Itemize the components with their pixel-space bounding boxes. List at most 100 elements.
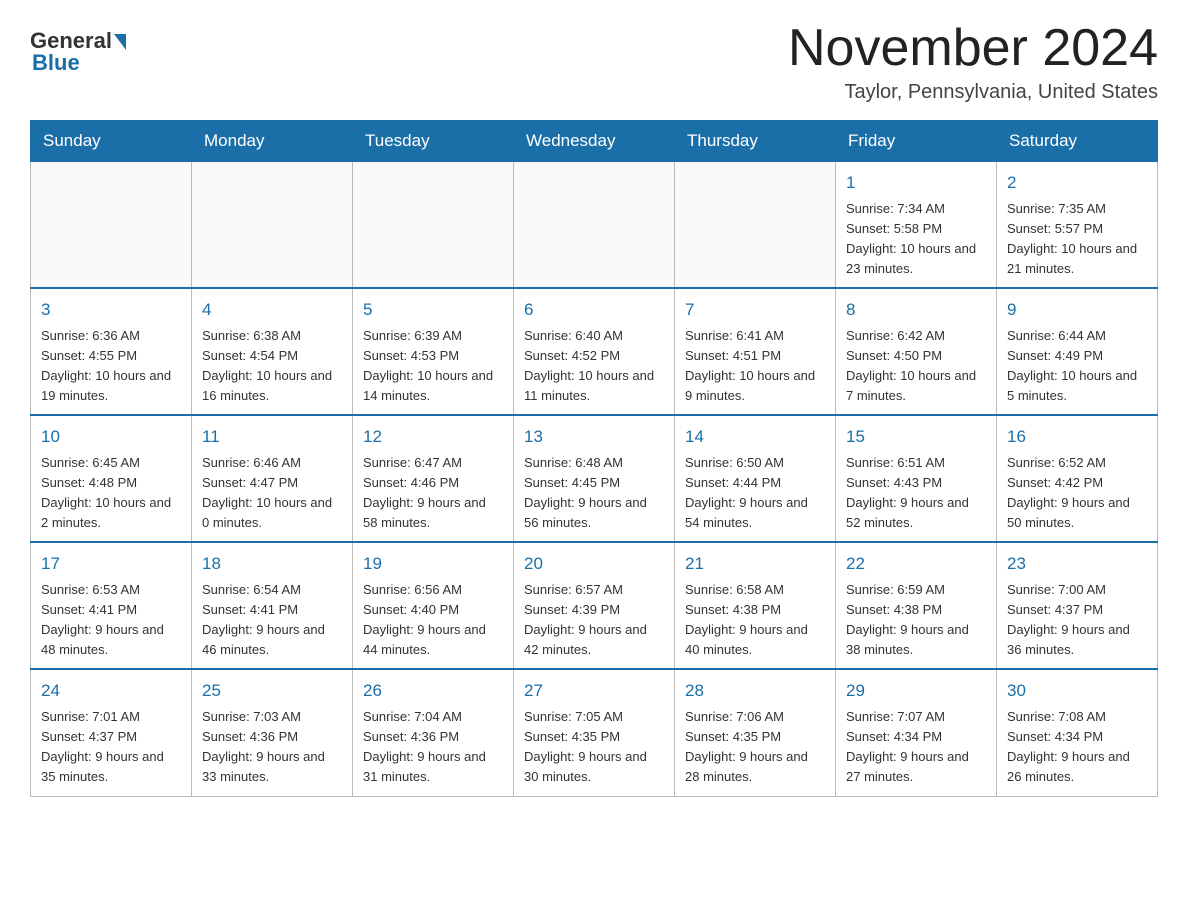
calendar-day-cell: 20 Sunrise: 6:57 AM Sunset: 4:39 PM Dayli…	[514, 542, 675, 669]
calendar-title: November 2024	[788, 20, 1158, 77]
calendar-table: SundayMondayTuesdayWednesdayThursdayFrid…	[30, 120, 1158, 796]
calendar-day-cell: 30 Sunrise: 7:08 AM Sunset: 4:34 PM Dayli…	[997, 669, 1158, 796]
day-info: Sunrise: 6:38 AM Sunset: 4:54 PM Dayligh…	[202, 328, 332, 403]
day-number: 24	[41, 678, 181, 704]
logo-arrow-icon	[114, 34, 126, 50]
day-number: 23	[1007, 551, 1147, 577]
calendar-day-cell	[514, 162, 675, 289]
calendar-day-cell: 26 Sunrise: 7:04 AM Sunset: 4:36 PM Dayli…	[353, 669, 514, 796]
day-number: 18	[202, 551, 342, 577]
calendar-day-cell: 15 Sunrise: 6:51 AM Sunset: 4:43 PM Dayli…	[836, 415, 997, 542]
day-info: Sunrise: 6:58 AM Sunset: 4:38 PM Dayligh…	[685, 582, 808, 657]
day-number: 16	[1007, 424, 1147, 450]
calendar-day-cell: 23 Sunrise: 7:00 AM Sunset: 4:37 PM Dayli…	[997, 542, 1158, 669]
day-info: Sunrise: 6:48 AM Sunset: 4:45 PM Dayligh…	[524, 455, 647, 530]
calendar-day-cell: 13Sunrise: 6:48 AM Sunset: 4:45 PM Dayli…	[514, 415, 675, 542]
calendar-day-header: Sunday	[31, 121, 192, 162]
day-info: Sunrise: 6:57 AM Sunset: 4:39 PM Dayligh…	[524, 582, 647, 657]
calendar-day-header: Tuesday	[353, 121, 514, 162]
day-info: Sunrise: 7:06 AM Sunset: 4:35 PM Dayligh…	[685, 709, 808, 784]
day-number: 10	[41, 424, 181, 450]
day-info: Sunrise: 6:51 AM Sunset: 4:43 PM Dayligh…	[846, 455, 969, 530]
calendar-day-header: Saturday	[997, 121, 1158, 162]
day-number: 29	[846, 678, 986, 704]
calendar-day-cell: 11 Sunrise: 6:46 AM Sunset: 4:47 PM Dayli…	[192, 415, 353, 542]
day-info: Sunrise: 6:41 AM Sunset: 4:51 PM Dayligh…	[685, 328, 815, 403]
calendar-day-cell: 18 Sunrise: 6:54 AM Sunset: 4:41 PM Dayli…	[192, 542, 353, 669]
day-info: Sunrise: 6:59 AM Sunset: 4:38 PM Dayligh…	[846, 582, 969, 657]
day-number: 19	[363, 551, 503, 577]
day-number: 2	[1007, 170, 1147, 196]
calendar-day-cell: 1Sunrise: 7:34 AM Sunset: 5:58 PM Daylig…	[836, 162, 997, 289]
day-number: 14	[685, 424, 825, 450]
calendar-day-cell: 10 Sunrise: 6:45 AM Sunset: 4:48 PM Dayli…	[31, 415, 192, 542]
calendar-day-cell	[192, 162, 353, 289]
day-info: Sunrise: 6:40 AM Sunset: 4:52 PM Dayligh…	[524, 328, 654, 403]
day-info: Sunrise: 6:45 AM Sunset: 4:48 PM Dayligh…	[41, 455, 171, 530]
day-number: 8	[846, 297, 986, 323]
day-info: Sunrise: 6:53 AM Sunset: 4:41 PM Dayligh…	[41, 582, 164, 657]
day-number: 4	[202, 297, 342, 323]
day-info: Sunrise: 6:47 AM Sunset: 4:46 PM Dayligh…	[363, 455, 486, 530]
calendar-day-cell: 25Sunrise: 7:03 AM Sunset: 4:36 PM Dayli…	[192, 669, 353, 796]
calendar-day-cell: 19 Sunrise: 6:56 AM Sunset: 4:40 PM Dayli…	[353, 542, 514, 669]
day-info: Sunrise: 7:00 AM Sunset: 4:37 PM Dayligh…	[1007, 582, 1130, 657]
calendar-day-cell	[353, 162, 514, 289]
logo: General Blue	[30, 28, 126, 76]
calendar-day-cell: 12 Sunrise: 6:47 AM Sunset: 4:46 PM Dayli…	[353, 415, 514, 542]
day-number: 11	[202, 424, 342, 450]
calendar-day-cell: 2 Sunrise: 7:35 AM Sunset: 5:57 PM Daylig…	[997, 162, 1158, 289]
calendar-day-cell: 27Sunrise: 7:05 AM Sunset: 4:35 PM Dayli…	[514, 669, 675, 796]
calendar-day-cell	[675, 162, 836, 289]
calendar-day-cell: 28 Sunrise: 7:06 AM Sunset: 4:35 PM Dayli…	[675, 669, 836, 796]
day-number: 28	[685, 678, 825, 704]
calendar-day-cell: 3Sunrise: 6:36 AM Sunset: 4:55 PM Daylig…	[31, 288, 192, 415]
day-info: Sunrise: 6:46 AM Sunset: 4:47 PM Dayligh…	[202, 455, 332, 530]
day-info: Sunrise: 7:35 AM Sunset: 5:57 PM Dayligh…	[1007, 201, 1137, 276]
day-number: 22	[846, 551, 986, 577]
day-info: Sunrise: 7:34 AM Sunset: 5:58 PM Dayligh…	[846, 201, 976, 276]
day-number: 3	[41, 297, 181, 323]
title-block: November 2024 Taylor, Pennsylvania, Unit…	[788, 20, 1158, 104]
logo-blue-text: Blue	[32, 50, 80, 76]
calendar-day-header: Friday	[836, 121, 997, 162]
day-info: Sunrise: 6:56 AM Sunset: 4:40 PM Dayligh…	[363, 582, 486, 657]
calendar-day-cell: 9Sunrise: 6:44 AM Sunset: 4:49 PM Daylig…	[997, 288, 1158, 415]
day-number: 9	[1007, 297, 1147, 323]
day-info: Sunrise: 6:50 AM Sunset: 4:44 PM Dayligh…	[685, 455, 808, 530]
day-number: 17	[41, 551, 181, 577]
calendar-day-header: Wednesday	[514, 121, 675, 162]
day-info: Sunrise: 6:39 AM Sunset: 4:53 PM Dayligh…	[363, 328, 493, 403]
day-number: 20	[524, 551, 664, 577]
day-info: Sunrise: 7:01 AM Sunset: 4:37 PM Dayligh…	[41, 709, 164, 784]
calendar-day-cell: 6 Sunrise: 6:40 AM Sunset: 4:52 PM Daylig…	[514, 288, 675, 415]
day-number: 12	[363, 424, 503, 450]
calendar-day-cell: 7 Sunrise: 6:41 AM Sunset: 4:51 PM Daylig…	[675, 288, 836, 415]
day-info: Sunrise: 7:03 AM Sunset: 4:36 PM Dayligh…	[202, 709, 325, 784]
calendar-day-cell: 5Sunrise: 6:39 AM Sunset: 4:53 PM Daylig…	[353, 288, 514, 415]
day-info: Sunrise: 6:54 AM Sunset: 4:41 PM Dayligh…	[202, 582, 325, 657]
day-info: Sunrise: 7:04 AM Sunset: 4:36 PM Dayligh…	[363, 709, 486, 784]
calendar-header-row: SundayMondayTuesdayWednesdayThursdayFrid…	[31, 121, 1158, 162]
day-info: Sunrise: 7:08 AM Sunset: 4:34 PM Dayligh…	[1007, 709, 1130, 784]
calendar-day-cell: 29Sunrise: 7:07 AM Sunset: 4:34 PM Dayli…	[836, 669, 997, 796]
day-info: Sunrise: 7:05 AM Sunset: 4:35 PM Dayligh…	[524, 709, 647, 784]
calendar-week-row: 1Sunrise: 7:34 AM Sunset: 5:58 PM Daylig…	[31, 162, 1158, 289]
day-number: 7	[685, 297, 825, 323]
day-info: Sunrise: 6:42 AM Sunset: 4:50 PM Dayligh…	[846, 328, 976, 403]
day-number: 6	[524, 297, 664, 323]
calendar-week-row: 17 Sunrise: 6:53 AM Sunset: 4:41 PM Dayli…	[31, 542, 1158, 669]
page-header: General Blue November 2024 Taylor, Penns…	[30, 20, 1158, 104]
calendar-day-cell: 4 Sunrise: 6:38 AM Sunset: 4:54 PM Daylig…	[192, 288, 353, 415]
day-number: 15	[846, 424, 986, 450]
calendar-week-row: 10 Sunrise: 6:45 AM Sunset: 4:48 PM Dayli…	[31, 415, 1158, 542]
calendar-day-header: Thursday	[675, 121, 836, 162]
calendar-day-cell: 16Sunrise: 6:52 AM Sunset: 4:42 PM Dayli…	[997, 415, 1158, 542]
calendar-subtitle: Taylor, Pennsylvania, United States	[788, 81, 1158, 104]
calendar-day-cell	[31, 162, 192, 289]
day-number: 30	[1007, 678, 1147, 704]
day-number: 26	[363, 678, 503, 704]
calendar-day-cell: 21Sunrise: 6:58 AM Sunset: 4:38 PM Dayli…	[675, 542, 836, 669]
calendar-day-cell: 22 Sunrise: 6:59 AM Sunset: 4:38 PM Dayli…	[836, 542, 997, 669]
calendar-day-cell: 14 Sunrise: 6:50 AM Sunset: 4:44 PM Dayli…	[675, 415, 836, 542]
